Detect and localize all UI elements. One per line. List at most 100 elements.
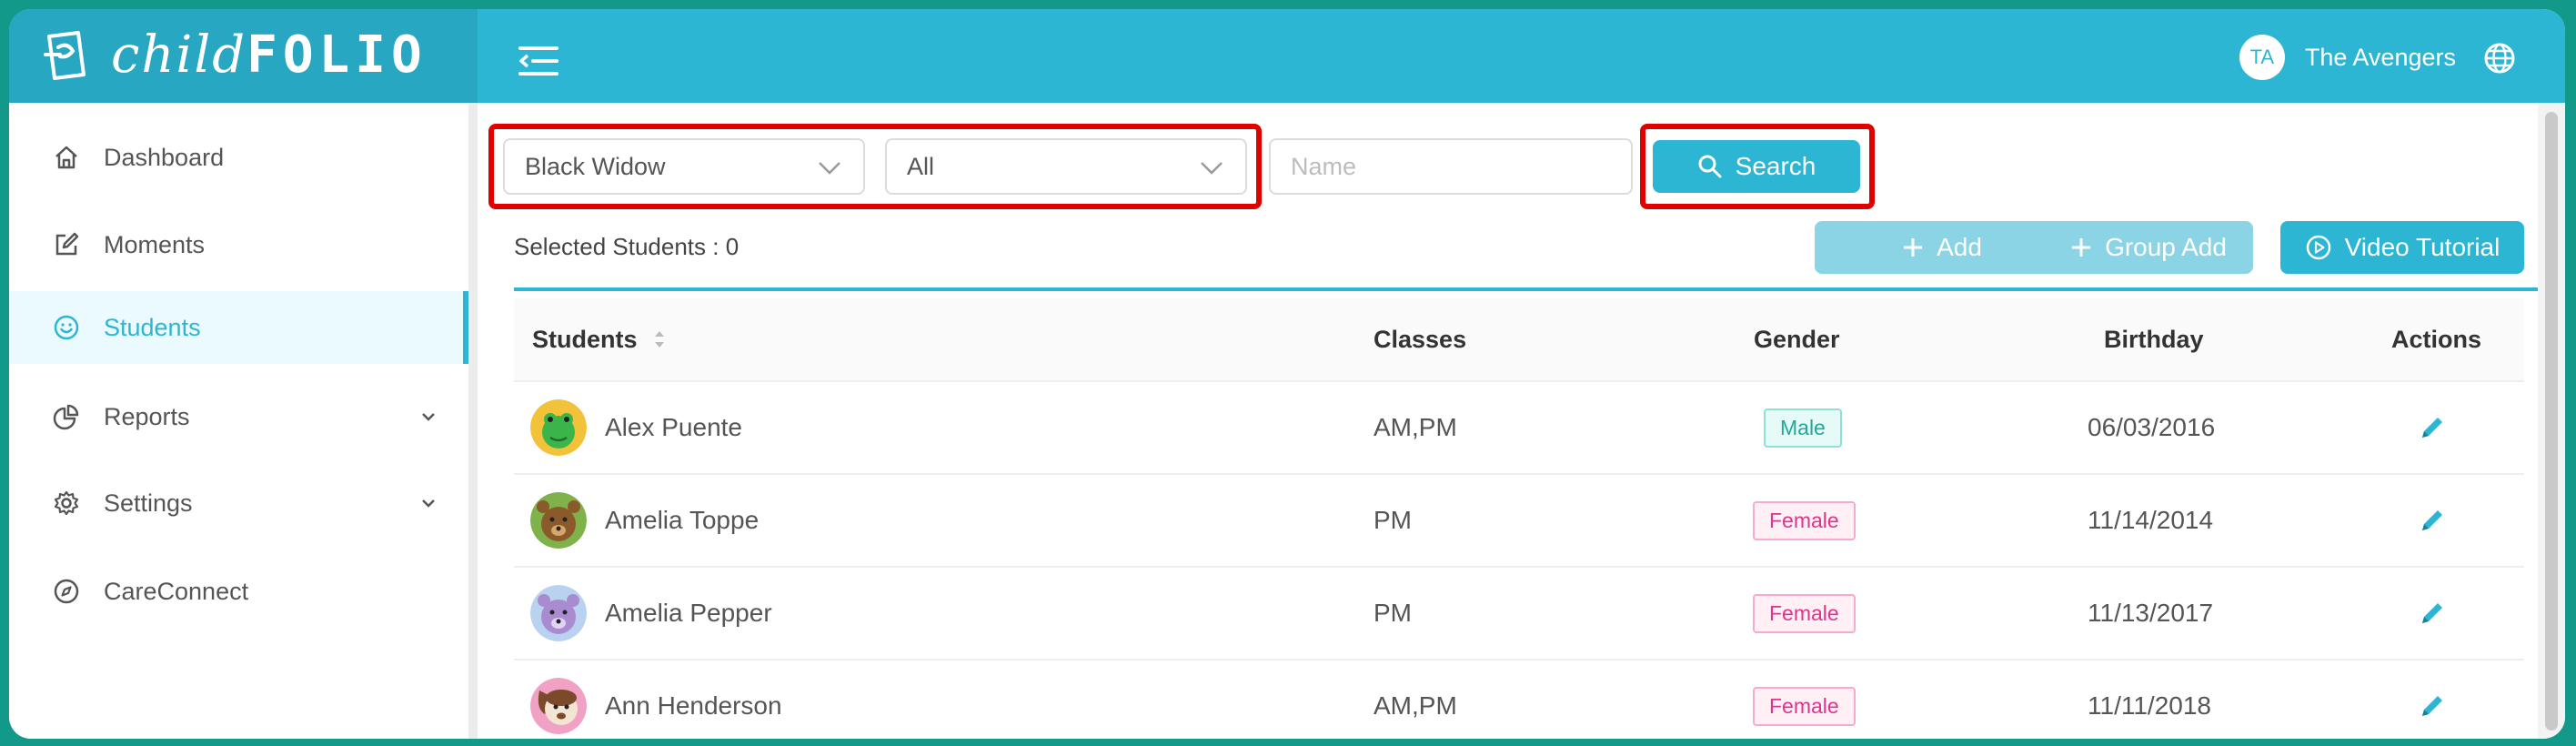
table-row[interactable]: Amelia Toppe PM Female 11/14/2014	[514, 475, 2524, 568]
name-input[interactable]	[1269, 138, 1633, 195]
gender-cell: Female	[1753, 660, 1856, 739]
sidebar-item-moments[interactable]: Moments	[9, 208, 468, 281]
brand-area: childFOLIO	[9, 9, 478, 103]
pencil-icon[interactable]	[2417, 598, 2448, 629]
table-row[interactable]: Ann Henderson AM,PM Female 11/11/2018	[514, 660, 2524, 739]
gender-cell: Male	[1764, 382, 1842, 473]
scrollbar-thumb[interactable]	[2545, 112, 2558, 731]
sidebar-item-label: Reports	[104, 402, 190, 430]
group-add-button-label: Group Add	[2105, 233, 2227, 261]
main-content: Black Widow All Search Selected Students…	[478, 103, 2538, 739]
avatar	[530, 492, 587, 549]
chevron-down-icon	[422, 413, 435, 421]
edit-icon	[55, 232, 79, 256]
add-button[interactable]: Add	[1815, 221, 2069, 274]
gender-badge: Female	[1753, 593, 1856, 633]
actions-cell	[2417, 475, 2448, 566]
play-circle-icon	[2306, 235, 2330, 260]
actions-cell	[2417, 382, 2448, 473]
birthday-cell: 11/14/2014	[2088, 475, 2213, 566]
smile-icon	[54, 315, 79, 340]
group-add-button[interactable]: Group Add	[2044, 221, 2253, 274]
highlight-search	[1640, 124, 1875, 209]
birthday-cell: 11/11/2018	[2088, 660, 2211, 739]
sidebar-item-careconnect[interactable]: CareConnect	[9, 555, 468, 628]
birthday-cell: 11/13/2017	[2088, 568, 2213, 659]
sidebar: Dashboard Moments Students Reports Setti…	[9, 103, 478, 739]
student-cell: Amelia Pepper	[514, 568, 772, 659]
birthday-value: 11/13/2017	[2088, 599, 2214, 627]
toolbar-divider	[514, 287, 2538, 291]
student-name[interactable]: Ann Henderson	[605, 691, 782, 721]
plus-icon	[2072, 238, 2091, 257]
avatar	[530, 399, 587, 456]
logo-text: childFOLIO	[111, 27, 428, 84]
actions-cell	[2417, 568, 2448, 659]
classes-cell: PM	[1374, 568, 1412, 659]
classes-value: PM	[1374, 599, 1412, 627]
sort-icon	[654, 331, 664, 348]
video-tutorial-button[interactable]: Video Tutorial	[2280, 221, 2524, 274]
avatar	[530, 585, 587, 641]
add-button-label: Add	[1937, 233, 1982, 261]
column-students[interactable]: Students	[532, 298, 667, 380]
gender-cell: Female	[1753, 475, 1856, 566]
column-actions: Actions	[2391, 298, 2481, 380]
gender-badge: Male	[1764, 408, 1842, 448]
birthday-value: 11/14/2014	[2088, 506, 2214, 534]
birthday-value: 06/03/2016	[2088, 413, 2216, 441]
video-tutorial-button-label: Video Tutorial	[2344, 233, 2501, 261]
classes-cell: AM,PM	[1374, 660, 1457, 739]
home-icon	[55, 146, 77, 169]
column-label: Classes	[1374, 325, 1467, 353]
column-birthday: Birthday	[2104, 298, 2204, 380]
student-name[interactable]: Amelia Pepper	[605, 599, 772, 628]
compass-icon	[54, 579, 79, 604]
highlight-filters	[488, 124, 1262, 209]
gear-icon	[54, 490, 79, 516]
gender-badge: Female	[1753, 500, 1856, 540]
logo-icon	[44, 31, 86, 80]
table-row[interactable]: Alex Puente AM,PM Male 06/03/2016	[514, 382, 2524, 475]
student-cell: Alex Puente	[514, 382, 742, 473]
table-header: Students Classes Gender Birthday Actions	[514, 298, 2524, 382]
classes-cell: PM	[1374, 475, 1412, 566]
sidebar-item-label: CareConnect	[104, 577, 249, 605]
pencil-icon[interactable]	[2417, 412, 2448, 443]
user-menu[interactable]: TA The Avengers	[2239, 35, 2456, 80]
student-name[interactable]: Amelia Toppe	[605, 506, 759, 535]
classes-value: AM,PM	[1374, 413, 1457, 441]
selected-students-count: Selected Students : 0	[514, 233, 740, 260]
classes-value: PM	[1374, 506, 1412, 534]
student-cell: Amelia Toppe	[514, 475, 759, 566]
plus-icon	[1904, 238, 1923, 257]
column-gender: Gender	[1754, 298, 1840, 380]
actions-cell	[2417, 660, 2448, 739]
vertical-scrollbar[interactable]	[2538, 103, 2565, 739]
user-name: The Avengers	[2304, 43, 2456, 71]
sidebar-item-settings[interactable]: Settings	[9, 467, 468, 539]
sidebar-item-label: Dashboard	[104, 143, 225, 171]
student-name[interactable]: Alex Puente	[605, 413, 742, 442]
sidebar-item-label: Settings	[104, 489, 193, 517]
gender-badge: Female	[1753, 686, 1856, 726]
top-bar: childFOLIO TA The Avengers	[9, 9, 2565, 103]
sidebar-item-reports[interactable]: Reports	[9, 380, 468, 453]
user-avatar: TA	[2239, 35, 2285, 80]
sidebar-item-students[interactable]: Students	[9, 291, 468, 364]
sidebar-item-label: Students	[104, 313, 201, 341]
chevron-down-icon	[422, 499, 435, 508]
classes-cell: AM,PM	[1374, 382, 1457, 473]
column-classes: Classes	[1374, 298, 1466, 380]
pencil-icon[interactable]	[2417, 505, 2448, 536]
sidebar-item-dashboard[interactable]: Dashboard	[9, 121, 468, 194]
pencil-icon[interactable]	[2417, 691, 2448, 721]
table-row[interactable]: Amelia Pepper PM Female 11/13/2017	[514, 568, 2524, 660]
menu-toggle-icon[interactable]	[518, 45, 560, 76]
column-label: Actions	[2391, 325, 2482, 353]
globe-icon[interactable]	[2483, 42, 2516, 75]
logo-suffix: FOLIO	[247, 25, 428, 85]
gender-cell: Female	[1753, 568, 1856, 659]
birthday-value: 11/11/2018	[2088, 691, 2211, 720]
logo-prefix: child	[111, 25, 247, 85]
